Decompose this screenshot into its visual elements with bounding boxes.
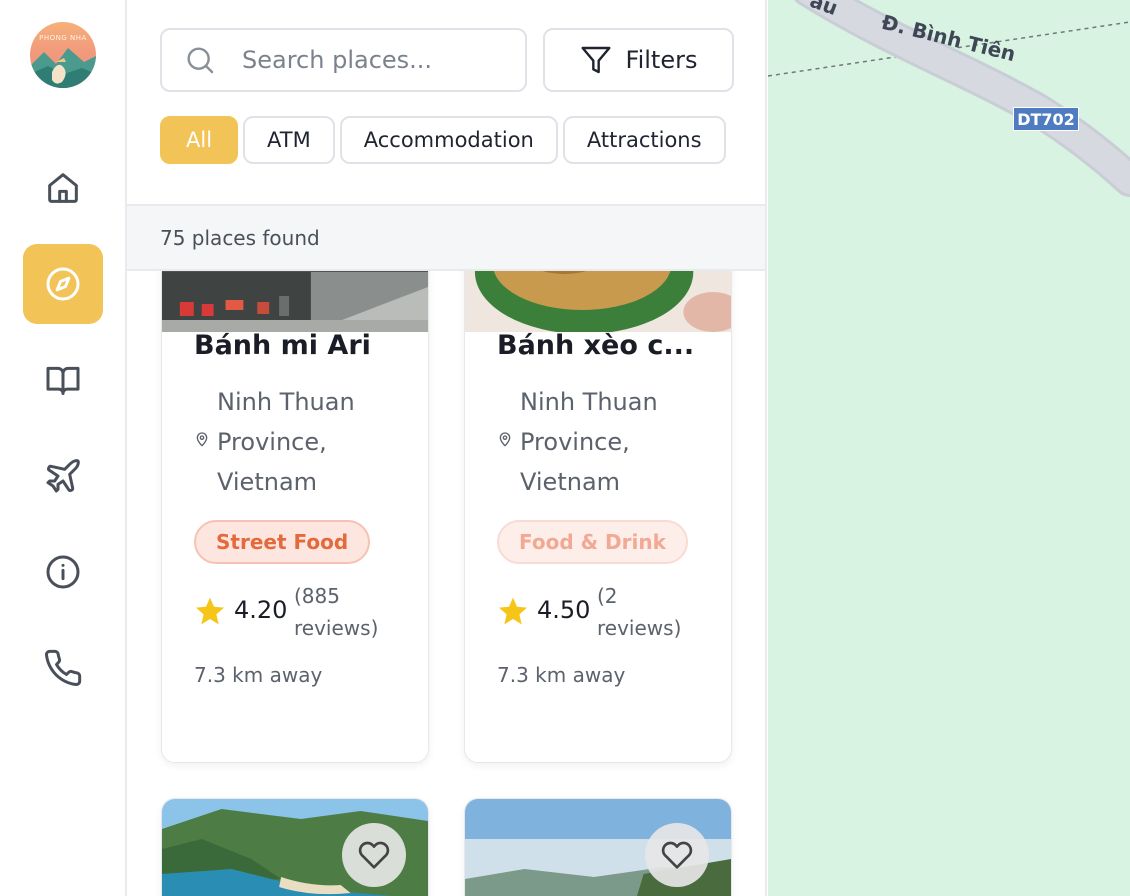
home-icon [48, 173, 78, 203]
nav-contact[interactable] [23, 628, 103, 708]
category-chips: All ATM Accommodation Attractions [160, 116, 734, 164]
search-icon [187, 47, 214, 74]
heart-icon [358, 841, 390, 869]
places-panel: Filters AllATMAccommodationAttractions 7… [127, 0, 767, 896]
place-title[interactable]: Bánh xèo c... [497, 330, 694, 361]
heart-icon [661, 841, 693, 869]
star-icon [499, 597, 527, 625]
favorite-button[interactable] [342, 823, 406, 887]
search-box [160, 28, 527, 92]
chip-all[interactable]: All [160, 116, 239, 164]
place-title[interactable]: Bánh mi Ari [194, 330, 371, 361]
nav-explore[interactable] [23, 244, 103, 324]
compass-icon [46, 267, 80, 301]
favorite-button[interactable] [645, 823, 709, 887]
review-count: (2 reviews) [597, 584, 682, 640]
category-tag: Street Food [194, 520, 371, 564]
place-card[interactable] [161, 798, 429, 896]
nav-home[interactable] [23, 148, 103, 228]
place-photo [162, 271, 428, 332]
logo-mountains-icon [30, 48, 96, 88]
distance: 7.3 km away [497, 663, 626, 687]
place-photo [465, 271, 731, 332]
nav-travel[interactable] [23, 436, 103, 516]
nav-info[interactable] [23, 532, 103, 612]
place-card[interactable]: Bánh mi Ari Ninh Thuan Province, Vietnam… [161, 271, 429, 763]
results-count: 75 places found [160, 226, 320, 250]
map-roads [768, 0, 1130, 197]
rating-value: 4.20 [234, 596, 288, 624]
place-location: Ninh Thuan Province, Vietnam [217, 388, 355, 496]
nav-guide[interactable] [23, 340, 103, 420]
chip-atm[interactable]: ATM [243, 116, 335, 164]
sidebar: PHONG NHA [0, 0, 127, 896]
chip-attractions[interactable]: Attractions [562, 116, 726, 164]
review-count: (885 reviews) [294, 584, 379, 640]
filters-button[interactable]: Filters [543, 28, 734, 92]
info-icon [46, 555, 80, 589]
category-tag: Food & Drink [497, 520, 688, 564]
chip-accommodation[interactable]: Accommodation [339, 116, 558, 164]
filter-icon [580, 46, 611, 74]
filters-label: Filters [625, 46, 698, 74]
location-pin-icon [499, 432, 511, 447]
app-logo[interactable]: PHONG NHA [30, 22, 96, 88]
place-card[interactable] [464, 798, 732, 896]
map-view[interactable]: au Đ. Bình Tiên DT702 [768, 0, 1130, 896]
results-count-bar: 75 places found [127, 204, 765, 271]
route-shield: DT702 [1013, 107, 1079, 131]
place-card[interactable]: Bánh xèo c... Ninh Thuan Province, Vietn… [464, 271, 732, 763]
book-icon [46, 366, 80, 395]
places-list[interactable]: Bánh mi Ari Ninh Thuan Province, Vietnam… [127, 271, 765, 896]
plane-icon [46, 459, 80, 493]
place-location: Ninh Thuan Province, Vietnam [520, 388, 658, 496]
location-pin-icon [196, 432, 208, 447]
search-input[interactable] [242, 40, 512, 80]
rating-value: 4.50 [537, 596, 591, 624]
phone-icon [45, 649, 82, 686]
star-icon [196, 597, 224, 625]
distance: 7.3 km away [194, 663, 323, 687]
